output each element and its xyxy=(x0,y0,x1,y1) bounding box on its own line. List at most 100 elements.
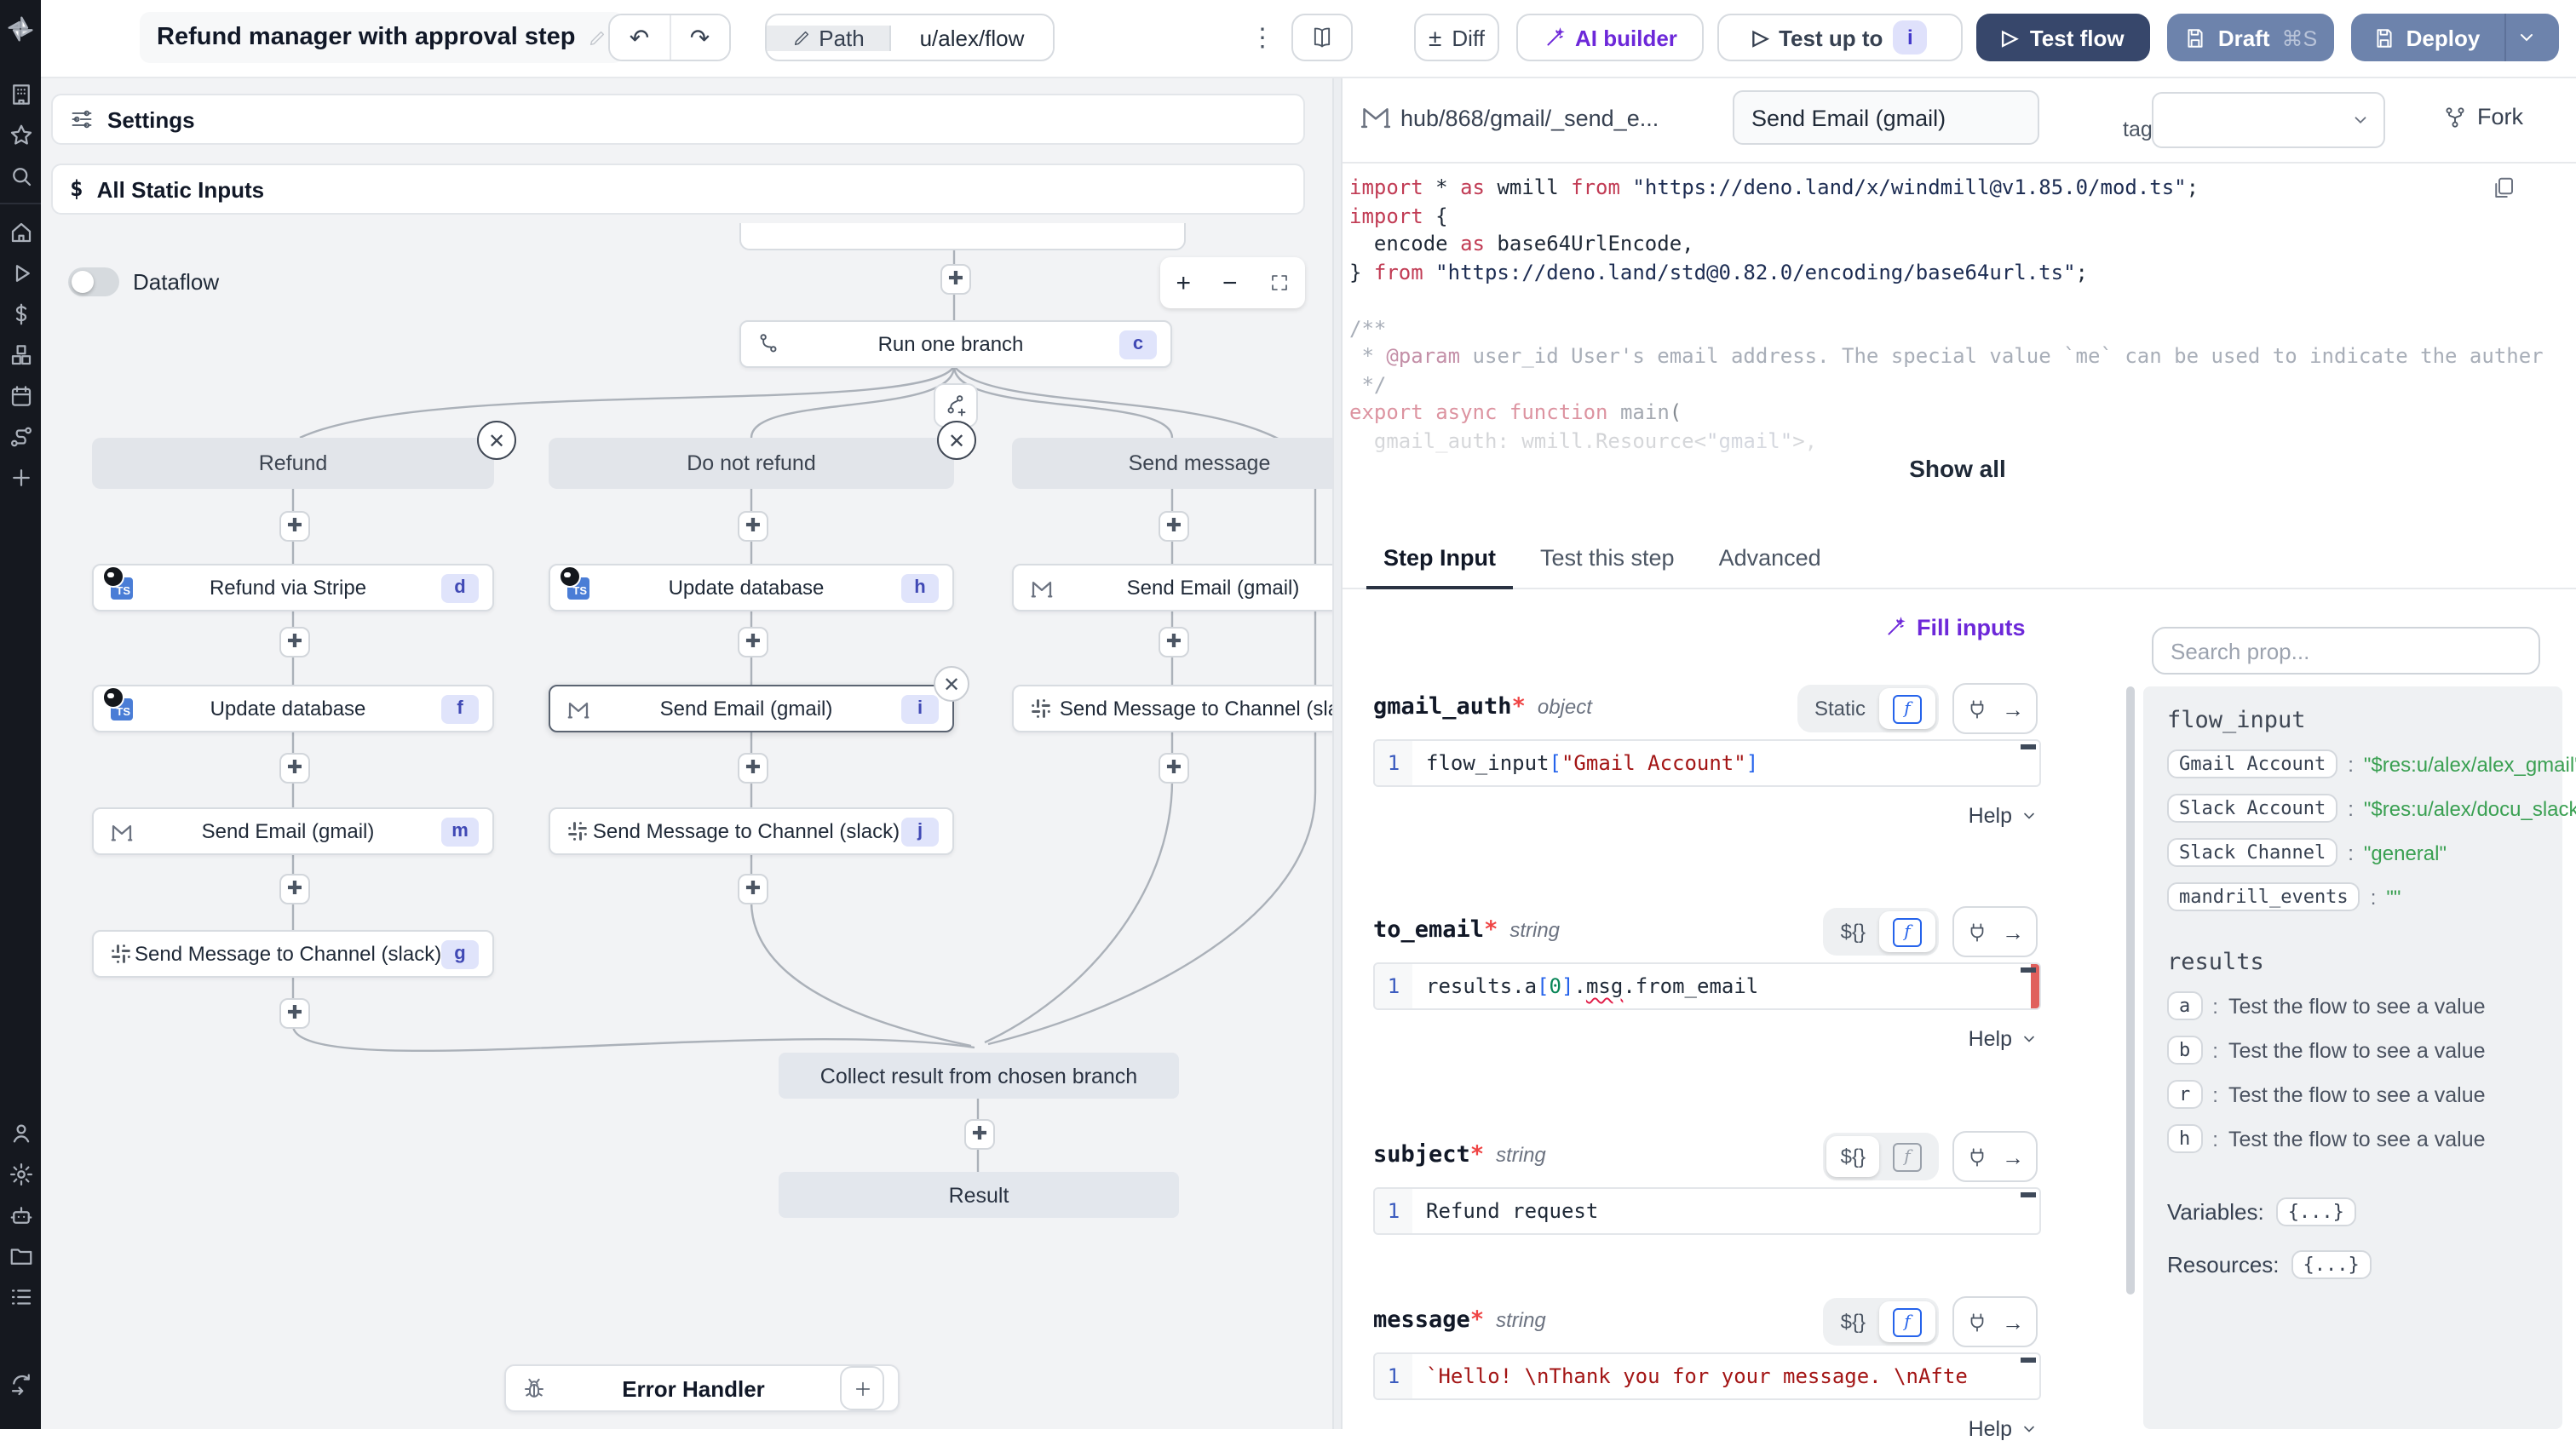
docs-button[interactable] xyxy=(1291,14,1353,61)
fork-button[interactable]: Fork xyxy=(2443,104,2523,129)
fill-inputs-button[interactable]: Fill inputs xyxy=(1884,615,2026,640)
zoom-out-button[interactable]: − xyxy=(1222,268,1238,297)
result-key-pill[interactable]: b xyxy=(2167,1036,2203,1065)
insert-step-button[interactable]: ✚ xyxy=(279,511,310,542)
insert-step-button[interactable]: ✚ xyxy=(738,627,768,657)
field-editor-subject[interactable]: 1 Refund request xyxy=(1373,1187,2041,1235)
javascript-mode-button[interactable]: f xyxy=(1879,1301,1935,1342)
flow-node-update-database[interactable]: TS Update database f xyxy=(92,685,494,732)
path-value[interactable]: u/alex/flow xyxy=(889,25,1053,50)
help-toggle-message[interactable]: Help xyxy=(1901,1417,2038,1441)
diff-button[interactable]: ± Diff xyxy=(1414,14,1499,61)
list-icon[interactable] xyxy=(0,1276,41,1317)
add-error-handler-button[interactable] xyxy=(840,1366,884,1410)
arrow-right-icon[interactable]: → xyxy=(2002,696,2024,721)
flow-title[interactable]: Refund manager with approval step xyxy=(140,12,624,63)
undo-button[interactable]: ↶ xyxy=(610,15,670,60)
test-flow-button[interactable]: ▷ Test flow xyxy=(1976,14,2150,61)
result-key-pill[interactable]: r xyxy=(2167,1080,2203,1109)
flow-node-update-database[interactable]: TS Update database h xyxy=(549,564,954,611)
insert-step-button[interactable]: ✚ xyxy=(279,874,310,904)
tab-test-this-step[interactable]: Test this step xyxy=(1540,542,1675,588)
draft-button[interactable]: Draft ⌘S xyxy=(2167,14,2334,61)
deselect-node-button[interactable]: ✕ xyxy=(934,666,969,702)
plug-icon[interactable] xyxy=(1966,698,1988,720)
flow-settings-bar[interactable]: Settings xyxy=(51,94,1305,145)
field-editor-to_email[interactable]: 1 results.a[0]. msg .from_email xyxy=(1373,962,2041,1010)
insert-step-button[interactable]: ✚ xyxy=(1159,753,1189,784)
flow-node-run-one-branch[interactable]: Run one branch c xyxy=(739,320,1172,368)
tag-select[interactable] xyxy=(2152,92,2385,148)
insert-step-button[interactable]: ✚ xyxy=(279,998,310,1029)
branch-header-send-message[interactable]: Send message xyxy=(1012,438,1332,489)
robot-icon[interactable] xyxy=(0,1194,41,1235)
plus-icon[interactable] xyxy=(0,456,41,497)
windmill-logo-icon[interactable] xyxy=(0,9,41,49)
dollar-icon[interactable] xyxy=(0,293,41,334)
fit-view-button[interactable] xyxy=(1268,273,1289,293)
chevron-down-icon[interactable] xyxy=(2516,27,2536,48)
flow-node-refund-via-stripe[interactable]: TS Refund via Stripe d xyxy=(92,564,494,611)
insert-step-button[interactable]: ✚ xyxy=(279,627,310,657)
insert-step-button[interactable]: ✚ xyxy=(1159,627,1189,657)
play-icon[interactable] xyxy=(0,252,41,293)
tab-step-input[interactable]: Step Input xyxy=(1366,542,1513,589)
hub-script-path[interactable]: hub/868/gmail/_send_e... xyxy=(1400,106,1659,131)
route-icon[interactable] xyxy=(0,416,41,456)
tab-advanced[interactable]: Advanced xyxy=(1719,542,1821,588)
prop-key-pill[interactable]: Gmail Account xyxy=(2167,749,2338,778)
flow-node-send-message-to-channel-slack[interactable]: Send Message to Channel (slack) j xyxy=(549,807,954,855)
flow-node-partial[interactable] xyxy=(739,223,1186,250)
field-editor-message[interactable]: 1 `Hello! \nThank you for your message. \… xyxy=(1373,1352,2041,1400)
test-up-to-step-badge[interactable]: i xyxy=(1893,20,1928,55)
branch-header-do-not-refund[interactable]: Do not refund xyxy=(549,438,954,489)
logout-icon[interactable] xyxy=(0,1364,41,1405)
deploy-button[interactable]: Deploy xyxy=(2351,14,2559,61)
variables-object-pill[interactable]: {...} xyxy=(2275,1197,2356,1226)
result-node[interactable]: Result xyxy=(779,1172,1179,1218)
search-icon[interactable] xyxy=(0,155,41,196)
flow-node-send-message-to-channel-slack[interactable]: Send Message to Channel (slack) xyxy=(1012,685,1332,732)
home-icon[interactable] xyxy=(0,211,41,252)
template-mode-button[interactable]: ${} xyxy=(1827,1301,1879,1342)
dataflow-toggle[interactable] xyxy=(68,267,119,296)
insert-step-button[interactable]: ✚ xyxy=(964,1119,995,1150)
flow-node-send-email-gmail[interactable]: Send Email (gmail) xyxy=(1012,564,1332,611)
insert-step-button[interactable]: ✚ xyxy=(738,511,768,542)
gear-icon[interactable] xyxy=(0,1153,41,1194)
flow-node-send-email-gmail[interactable]: Send Email (gmail) i xyxy=(549,685,954,732)
copy-code-button[interactable] xyxy=(2491,175,2516,206)
panel-resize-handle[interactable] xyxy=(1332,77,1343,1429)
template-mode-button[interactable]: ${} xyxy=(1826,1136,1879,1177)
javascript-mode-button[interactable]: f xyxy=(1879,1136,1935,1177)
collect-result-node[interactable]: Collect result from chosen branch xyxy=(779,1053,1179,1099)
insert-step-button[interactable]: ✚ xyxy=(1159,511,1189,542)
insert-step-button[interactable]: ✚ xyxy=(738,753,768,784)
arrow-right-icon[interactable]: → xyxy=(2002,919,2024,944)
arrow-right-icon[interactable]: → xyxy=(2002,1144,2024,1169)
cubes-icon[interactable] xyxy=(0,334,41,375)
flow-node-send-email-gmail[interactable]: Send Email (gmail) m xyxy=(92,807,494,855)
template-mode-button[interactable]: ${} xyxy=(1827,911,1879,952)
test-up-to-button[interactable]: ▷ Test up to i xyxy=(1717,14,1963,61)
plug-icon[interactable] xyxy=(1966,1145,1988,1168)
resources-object-pill[interactable]: {...} xyxy=(2291,1250,2372,1279)
result-key-pill[interactable]: h xyxy=(2167,1124,2203,1153)
path-edit-button[interactable]: Path xyxy=(767,25,889,50)
insert-step-button[interactable]: ✚ xyxy=(940,264,971,295)
javascript-mode-button[interactable]: f xyxy=(1879,688,1935,729)
prop-key-pill[interactable]: Slack Account xyxy=(2167,794,2338,823)
static-mode-button[interactable]: Static xyxy=(1801,688,1879,729)
flow-node-send-message-to-channel-slack[interactable]: Send Message to Channel (slack) g xyxy=(92,930,494,978)
help-toggle-to_email[interactable]: Help xyxy=(1901,1027,2038,1051)
show-all-button[interactable]: Show all xyxy=(1339,455,2576,482)
arrow-right-icon[interactable]: → xyxy=(2002,1309,2024,1335)
search-prop-input[interactable] xyxy=(2152,627,2540,675)
all-static-inputs-bar[interactable]: $ All Static Inputs xyxy=(51,164,1305,215)
plug-icon[interactable] xyxy=(1966,921,1988,943)
flow-canvas[interactable]: Settings $ All Static Inputs Dataflow + … xyxy=(41,77,1332,1429)
plug-icon[interactable] xyxy=(1966,1311,1988,1333)
result-key-pill[interactable]: a xyxy=(2167,991,2203,1020)
zoom-in-button[interactable]: + xyxy=(1176,268,1191,297)
building-icon[interactable] xyxy=(0,73,41,114)
